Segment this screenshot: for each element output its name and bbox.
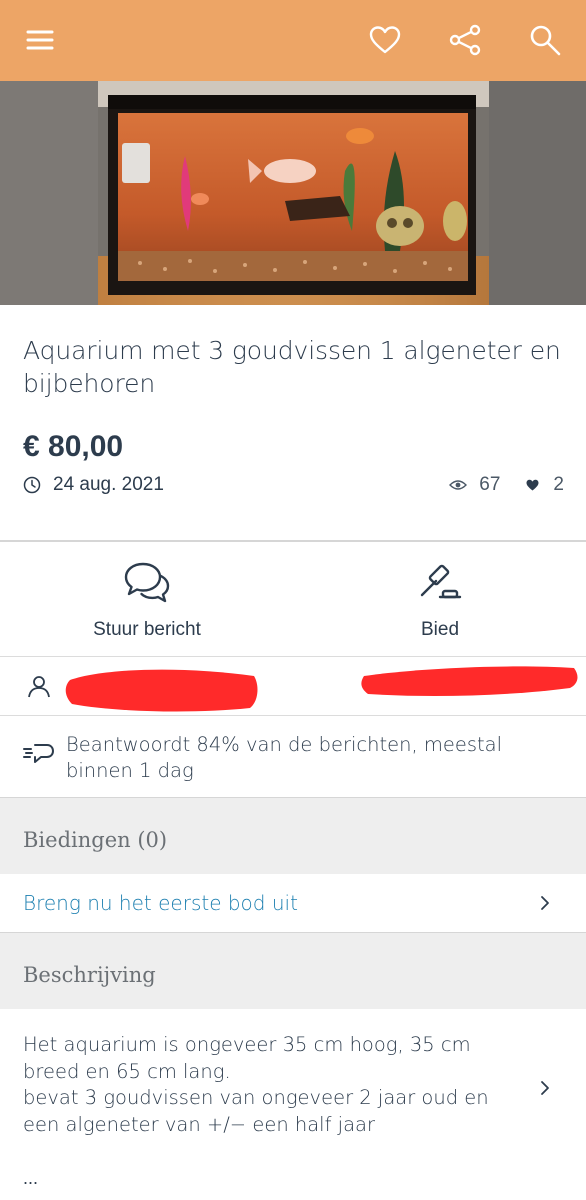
listing-photo[interactable] (0, 81, 586, 305)
eye-icon (449, 480, 468, 490)
view-count: 67 (479, 474, 501, 495)
description-text[interactable]: Het aquarium is ongeveer 35 cm hoog, 35 … (23, 1032, 523, 1138)
chevron-right-icon[interactable] (540, 1080, 550, 1096)
bid-button[interactable]: Bied (340, 560, 540, 642)
description-section-header: Beschrijving (0, 933, 586, 1009)
person-icon (28, 676, 50, 698)
heart-small-icon (526, 479, 539, 491)
chevron-right-icon (541, 896, 549, 910)
send-message-button[interactable]: Stuur bericht (47, 560, 247, 642)
favorite-count: 2 (553, 474, 564, 495)
clock-icon (23, 476, 41, 494)
description-more-ellipsis: ... (23, 1168, 39, 1188)
divider (0, 540, 586, 542)
bids-heading: Biedingen (0) (23, 828, 168, 852)
heart-icon[interactable] (367, 22, 403, 58)
listing-price: € 80,00 (23, 430, 124, 463)
bid-label: Bied (420, 619, 460, 640)
menu-icon[interactable] (22, 22, 58, 58)
gavel-icon (420, 564, 462, 599)
place-first-bid-label: Breng nu het eerste bod uit (23, 891, 298, 915)
listing-stats: 67 2 (449, 474, 564, 496)
fast-response-icon (23, 744, 54, 763)
share-icon[interactable] (447, 22, 483, 58)
search-icon[interactable] (527, 22, 563, 58)
listing-date-row: 24 aug. 2021 (23, 474, 164, 496)
listing-title: Aquarium met 3 goudvissen 1 algeneter en… (23, 336, 561, 398)
bids-section-header: Biedingen (0) (0, 798, 586, 874)
description-heading: Beschrijving (23, 963, 156, 987)
top-app-bar (0, 0, 586, 81)
place-first-bid-link[interactable]: Breng nu het eerste bod uit (0, 874, 586, 932)
redaction-mark (361, 666, 578, 696)
send-message-label: Stuur bericht (93, 619, 201, 640)
response-rate-text: Beantwoordt 84% van de berichten, meesta… (66, 733, 503, 782)
chat-bubbles-icon (124, 562, 170, 603)
listing-date: 24 aug. 2021 (53, 474, 164, 495)
redaction-mark (65, 669, 258, 712)
